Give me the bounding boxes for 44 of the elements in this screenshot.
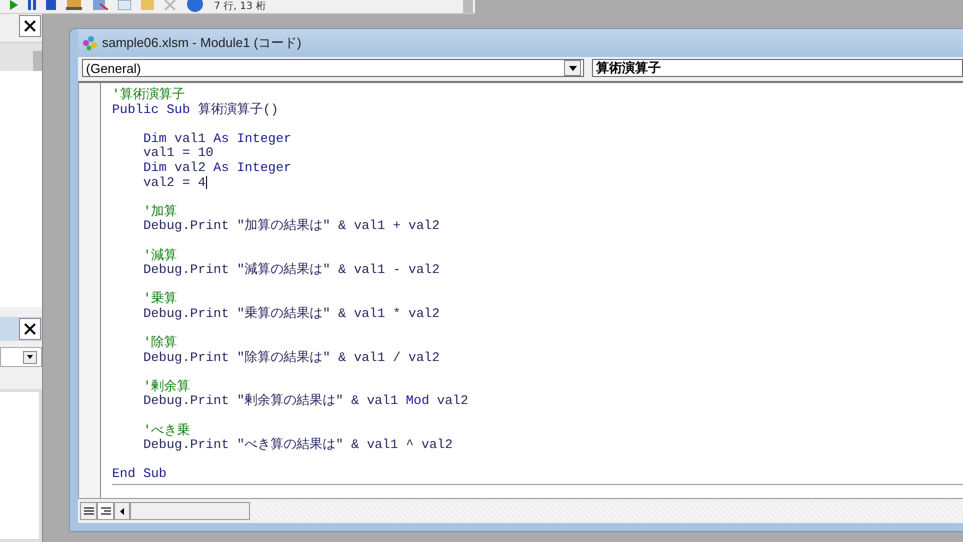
run-icon[interactable] — [10, 0, 18, 10]
lines-icon — [84, 507, 94, 515]
combo-value: (General) — [85, 60, 141, 76]
code-line: Public Sub 算術演算子() — [112, 102, 278, 118]
code-line: '剰余算 — [142, 380, 190, 394]
code-line: Dim val2 As Integer — [142, 160, 292, 176]
code-line: '減算 — [142, 248, 178, 264]
code-line: '乗算 — [142, 292, 178, 307]
close-button[interactable] — [19, 318, 41, 340]
object-combo[interactable]: (General) — [82, 59, 584, 77]
pause-icon[interactable] — [28, 0, 36, 10]
full-module-view-button[interactable] — [97, 502, 114, 520]
horizontal-scrollbar[interactable] — [114, 502, 963, 520]
code-line: Dim val1 As Integer — [142, 132, 292, 146]
lines-icon — [100, 507, 110, 515]
dropdown-button[interactable] — [23, 350, 37, 364]
code-line: End Sub — [112, 467, 167, 482]
code-line: 'べき乗 — [142, 424, 190, 438]
code-line: Debug.Print "減算の結果は" & val1 - val2 — [142, 263, 440, 278]
code-line: '除算 — [142, 336, 178, 351]
procedure-view-button[interactable] — [80, 502, 97, 520]
module-icon — [82, 35, 98, 51]
code-line: Debug.Print "剰余算の結果は" & val1 Mod val2 — [142, 394, 468, 410]
procedure-combo[interactable]: 算術演算子 — [592, 59, 963, 77]
combo-value: 算術演算子 — [595, 59, 661, 77]
code-line: '加算 — [142, 204, 178, 220]
window-title: sample06.xlsm - Module1 (コード) — [102, 34, 302, 52]
close-icon — [23, 19, 37, 33]
scrollbar-thumb[interactable] — [130, 502, 250, 520]
caret-icon — [568, 66, 576, 70]
code-line: Debug.Print "加算の結果は" & val1 + val2 — [142, 219, 440, 234]
code-line: Debug.Print "べき算の結果は" & val1 ^ val2 — [142, 438, 453, 453]
code-line: '算術演算子 — [112, 88, 185, 103]
close-icon — [23, 322, 37, 336]
left-arrow-icon — [120, 508, 124, 514]
cursor-position: 7 行, 13 桁 — [214, 0, 266, 13]
code-line: Debug.Print "除算の結果は" & val1 / val2 — [142, 350, 440, 366]
caret-icon — [27, 355, 33, 359]
code-line: Debug.Print "乗算の結果は" & val1 * val2 — [142, 306, 440, 322]
scroll-left-button[interactable] — [114, 502, 130, 520]
code-line: val1 = 10 — [142, 146, 214, 161]
code-line: val2 = 4 — [142, 176, 206, 190]
close-button[interactable] — [19, 15, 41, 37]
dropdown-button[interactable] — [564, 60, 581, 76]
